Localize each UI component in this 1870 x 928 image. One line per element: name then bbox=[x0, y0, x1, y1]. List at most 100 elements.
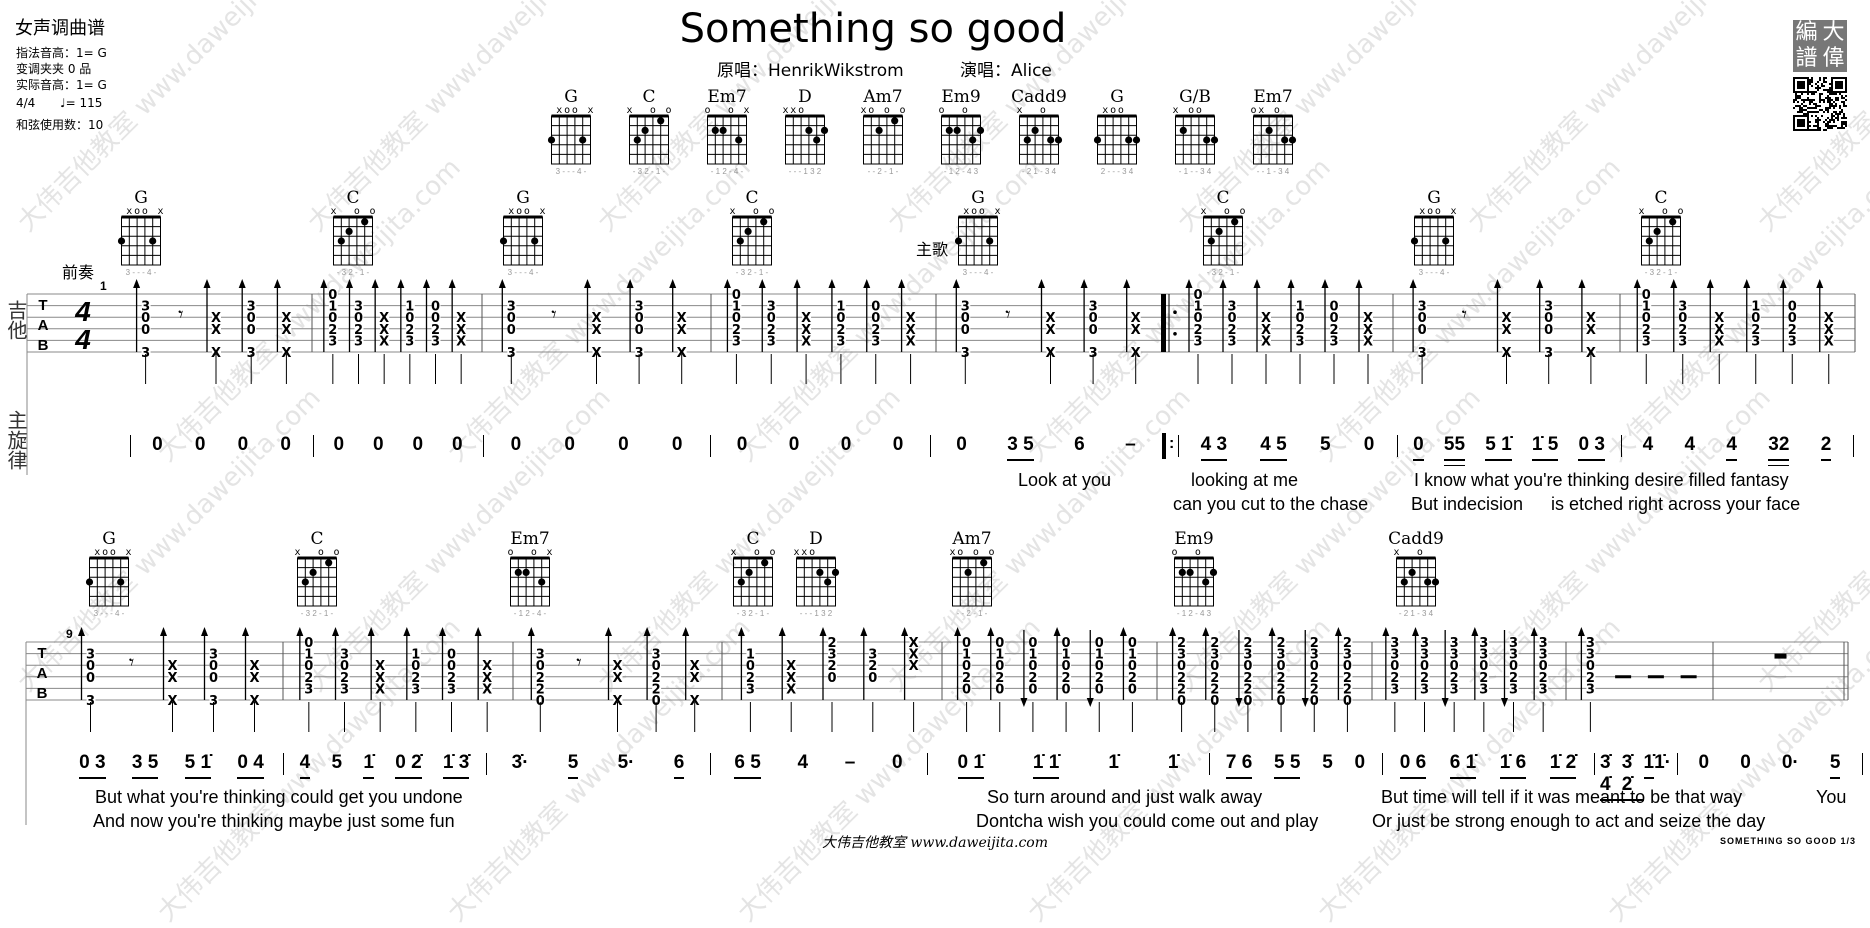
string-markers: xo o o bbox=[949, 547, 996, 558]
strum-up-arrow-icon bbox=[758, 279, 766, 288]
jianpu-note: 1̇· bbox=[1654, 752, 1671, 773]
jianpu-note: 1̇ 2̇ bbox=[1549, 752, 1577, 779]
strum-up-arrow-icon bbox=[320, 279, 328, 288]
eighth-rest: 𝄾 bbox=[1005, 304, 1010, 326]
chord-diagram-am7: Am7xo o o - - 2 - 1 - bbox=[860, 87, 905, 176]
strum-down-arrow-icon bbox=[1501, 698, 1508, 707]
jianpu-note: 6 bbox=[673, 752, 685, 779]
fret-number: 3 bbox=[1642, 334, 1651, 349]
string-markers: xoo x bbox=[118, 206, 165, 217]
chord-name: C bbox=[310, 529, 323, 549]
chord-name: C bbox=[1216, 188, 1229, 208]
chord-diagram-cadd9: Cadd9x o - 2 1 - 3 4 bbox=[1011, 87, 1067, 176]
chord-diagram-c: Cx o o - 3 2 - 1 - bbox=[730, 529, 777, 618]
jianpu-note: 0 bbox=[1363, 434, 1375, 455]
string-markers: x o o bbox=[730, 547, 777, 558]
muted-note: X bbox=[375, 682, 385, 697]
strum-up-arrow-icon bbox=[397, 279, 405, 288]
lyric-line: Dontcha wish you could come out and play bbox=[976, 811, 1319, 831]
muted-note: X bbox=[1501, 323, 1511, 338]
jianpu-note: 5 bbox=[1829, 752, 1841, 779]
chord-name: C bbox=[1654, 188, 1667, 208]
jianpu-note: 4 bbox=[299, 752, 311, 779]
finger-dot bbox=[824, 578, 832, 586]
lyric-line: But what you're thinking could get you u… bbox=[95, 787, 463, 807]
chord-name: C bbox=[642, 87, 655, 107]
strum-up-arrow-icon bbox=[332, 627, 339, 636]
eighth-rest: 𝄾 bbox=[178, 304, 183, 326]
jianpu-note: 0 bbox=[736, 434, 748, 455]
lyric-line: I know what you're thinking desire fille… bbox=[1414, 470, 1789, 490]
finger-dot bbox=[1669, 218, 1677, 226]
chord-name: G bbox=[516, 188, 530, 208]
fingering-numbers: - 1 2 - 4 3 bbox=[1177, 609, 1212, 618]
fret-number: 3 bbox=[1751, 334, 1760, 349]
finger-dot bbox=[1031, 126, 1039, 134]
strum-up-arrow-icon bbox=[527, 627, 535, 636]
chord-diagram-cadd9: Cadd9x o - 2 1 - 3 4 bbox=[1388, 529, 1444, 618]
tab-clef-t: T bbox=[38, 297, 47, 314]
finger-dot bbox=[1179, 126, 1187, 134]
muted-note: X bbox=[1363, 334, 1373, 349]
jianpu-note: 5 5 bbox=[1274, 752, 1301, 779]
finger-dot bbox=[980, 559, 988, 567]
fret-number: 3 bbox=[1788, 334, 1797, 349]
jianpu-note: 5 1̇ bbox=[184, 752, 212, 779]
jianpu-measure: 4 3 4 5 5 0 bbox=[1184, 434, 1391, 461]
fret-number: 0 bbox=[209, 671, 218, 686]
finger-dot bbox=[1203, 136, 1211, 144]
finger-dot bbox=[1202, 578, 1210, 586]
jianpu-measure: 6 5 4 – 0 bbox=[716, 752, 921, 779]
strum-up-arrow-icon bbox=[987, 627, 995, 636]
finger-dot bbox=[361, 218, 369, 226]
strum-up-arrow-icon bbox=[1334, 627, 1342, 636]
strum-down-arrow-icon bbox=[1235, 698, 1243, 707]
jianpu-note: 3̇· bbox=[511, 752, 529, 773]
muted-note: X bbox=[906, 334, 916, 349]
strum-up-arrow-icon bbox=[1633, 279, 1641, 288]
chord-name: Em7 bbox=[1253, 87, 1292, 107]
jianpu-note: 1̇ 1̇ bbox=[1032, 752, 1060, 779]
jianpu-note: 0 bbox=[152, 434, 163, 455]
strum-up-arrow-icon bbox=[863, 279, 871, 288]
jianpu-note: 0 bbox=[412, 434, 424, 455]
jianpu-barline bbox=[710, 435, 711, 457]
strum-up-arrow-icon bbox=[1053, 627, 1061, 636]
muted-note: X bbox=[690, 671, 700, 686]
strum-down-arrow-icon bbox=[1086, 698, 1094, 707]
muted-note: X bbox=[801, 334, 811, 349]
lyric-line: Look at you bbox=[1018, 470, 1112, 490]
chord-name: G bbox=[102, 529, 116, 549]
chord-diagram-c: Cx o o - 3 2 - 1 - bbox=[729, 188, 774, 277]
finger-dot bbox=[117, 237, 126, 245]
jianpu-note: 0 bbox=[1354, 752, 1366, 773]
chord-name: Em9 bbox=[1174, 529, 1213, 549]
strum-up-arrow-icon bbox=[669, 279, 677, 288]
string-markers: xxo bbox=[793, 547, 840, 558]
strum-up-arrow-icon bbox=[439, 627, 446, 636]
string-markers: xxo bbox=[782, 105, 829, 116]
strum-up-arrow-icon bbox=[643, 627, 651, 636]
chord-diagram-em7: Em7ox o - - 1 - 3 4 bbox=[1250, 87, 1297, 176]
jianpu-measure: 7 6 5 5 50 bbox=[1215, 752, 1376, 779]
jianpu-note: 0 bbox=[280, 434, 291, 455]
chord-diagram-g: G xoo x 3 - - - 4 - bbox=[499, 188, 546, 277]
chord-diagram-g: G xoo x 3 - - - 4 - bbox=[547, 87, 594, 176]
fret-number: 3 bbox=[746, 682, 755, 697]
finger-dot bbox=[831, 568, 840, 577]
strum-up-arrow-icon bbox=[160, 627, 167, 636]
jianpu-barline bbox=[1853, 435, 1854, 457]
fingering-numbers: - 1 2 - 4 3 bbox=[944, 167, 979, 176]
strum-up-arrow-icon bbox=[1185, 279, 1193, 288]
strum-up-arrow-icon bbox=[1219, 279, 1227, 288]
strum-up-arrow-icon bbox=[1355, 279, 1363, 288]
strum-up-arrow-icon bbox=[1382, 627, 1390, 636]
jianpu-note: 4 bbox=[1684, 434, 1696, 455]
tab-clef-b: B bbox=[37, 685, 48, 702]
jianpu-barline bbox=[130, 435, 131, 457]
strum-up-arrow-icon bbox=[819, 627, 827, 636]
strum-up-arrow-icon bbox=[201, 627, 208, 636]
chord-name: G bbox=[1110, 87, 1124, 107]
fret-number: 0 bbox=[1028, 682, 1037, 697]
strum-up-arrow-icon bbox=[954, 627, 962, 636]
